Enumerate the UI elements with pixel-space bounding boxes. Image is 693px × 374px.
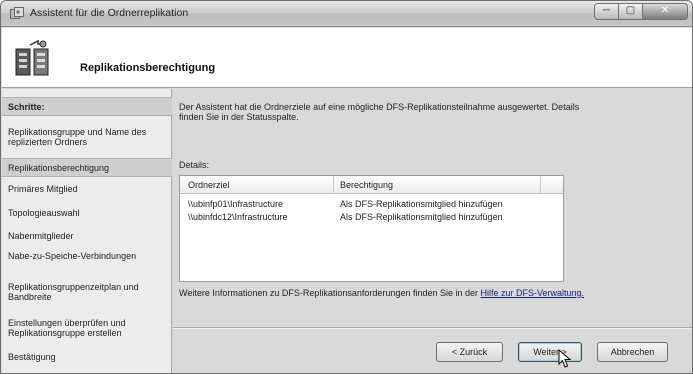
replication-wizard-icon [15,39,49,76]
footer-divider [173,327,692,329]
app-icon [10,7,24,19]
cell-berechtigung: Als DFS-Replikationsmitglied hinzufügen [340,199,503,209]
step-bestaetigung[interactable]: Bestätigung [2,352,172,362]
details-list[interactable]: Ordnerziel Berechtigung \\ubinfp01\Infra… [179,175,564,282]
step-zeitplan[interactable]: Replikationsgruppenzeitplan und Bandbrei… [2,282,152,302]
cell-ordnerziel: \\ubinfp01\Infrastructure [188,199,284,209]
steps-panel: Schritte: Replikationsgruppe und Name de… [2,89,172,373]
close-button[interactable]: ✕ [643,3,688,20]
mouse-pointer-icon [558,349,572,368]
wizard-header: Replikationsberechtigung [2,28,692,88]
info-text: Weitere Informationen zu DFS-Replikation… [179,288,478,298]
table-row[interactable]: \\ubinfp01\Infrastructure Als DFS-Replik… [180,198,563,210]
main-content: Der Assistent hat die Ordnerziele auf ei… [173,89,692,373]
window-title: Assistent für die Ordnerreplikation [30,7,189,19]
maximize-icon: ▢ [625,5,636,16]
cell-ordnerziel: \\ubinfdc12\Infrastructure [188,212,288,222]
step-nabenmitglieder[interactable]: Nabenmitglieder [2,231,172,241]
title-bar[interactable]: Assistent für die Ordnerreplikation ─ ▢ … [1,1,692,27]
step-replikationsgruppe[interactable]: Replikationsgruppe und Name des replizie… [2,127,172,147]
step-primaeres-mitglied[interactable]: Primäres Mitglied [2,184,172,194]
step-replikationsberechtigung[interactable]: Replikationsberechtigung [2,158,172,177]
info-line: Weitere Informationen zu DFS-Replikation… [179,288,584,298]
back-button[interactable]: < Zurück [436,342,503,362]
page-title: Replikationsberechtigung [80,62,216,74]
maximize-button[interactable]: ▢ [619,3,643,20]
column-separator [333,176,334,194]
window-controls: ─ ▢ ✕ [594,3,688,22]
help-link[interactable]: Hilfe zur DFS-Verwaltung. [481,288,585,298]
step-topologieauswahl[interactable]: Topologieauswahl [2,208,172,218]
intro-text: Der Assistent hat die Ordnerziele auf ei… [179,102,580,122]
next-button[interactable]: Weiter > [518,342,582,362]
cancel-button[interactable]: Abbrechen [597,342,668,362]
step-nabe-zu-speiche[interactable]: Nabe-zu-Speiche-Verbindungen [2,251,170,261]
column-berechtigung[interactable]: Berechtigung [340,180,393,190]
details-label: Details: [179,160,210,170]
close-icon: ✕ [660,5,670,16]
column-ordnerziel[interactable]: Ordnerziel [188,180,230,190]
wizard-window: Assistent für die Ordnerreplikation ─ ▢ … [0,0,693,374]
table-row[interactable]: \\ubinfdc12\Infrastructure Als DFS-Repli… [180,211,563,223]
steps-heading: Schritte: [2,97,172,116]
list-header: Ordnerziel Berechtigung [180,176,563,194]
minimize-button[interactable]: ─ [594,3,619,20]
column-separator [540,176,541,194]
step-einstellungen[interactable]: Einstellungen überprüfen und Replikation… [2,318,162,338]
minimize-icon: ─ [602,5,611,16]
cell-berechtigung: Als DFS-Replikationsmitglied hinzufügen [340,212,503,222]
